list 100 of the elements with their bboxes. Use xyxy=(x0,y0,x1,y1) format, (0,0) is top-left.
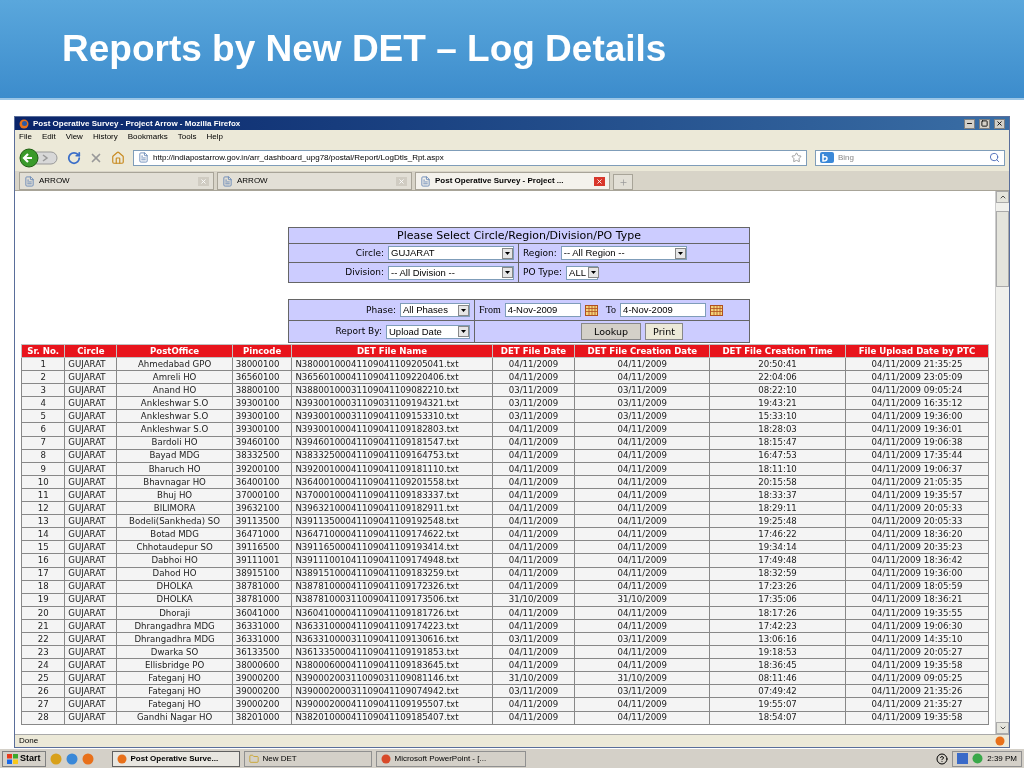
table-cell: N36133500041109041109191853.txt xyxy=(291,645,493,659)
table-cell: 04/11/2009 19:36:00 xyxy=(845,567,989,581)
select-field[interactable]: GUJARAT xyxy=(388,246,514,260)
browser-tab[interactable]: Post Operative Survey - Project ... xyxy=(415,172,610,190)
scroll-bar[interactable] xyxy=(995,191,1009,734)
menu-item[interactable]: Bookmarks xyxy=(127,133,168,141)
table-cell: N39200100041109041109181110.txt xyxy=(291,462,493,476)
taskbar-task[interactable]: New DET xyxy=(243,750,372,767)
table-cell: 36041000 xyxy=(232,606,292,620)
tray-icon[interactable] xyxy=(957,753,969,764)
table-cell: 04/11/2009 xyxy=(492,514,575,528)
table-cell: 04/11/2009 xyxy=(492,567,575,581)
table-cell: 04/11/2009 xyxy=(574,370,710,384)
close-button[interactable] xyxy=(994,118,1005,129)
table-cell: 20:50:41 xyxy=(709,357,846,371)
calendar-icon[interactable] xyxy=(584,304,598,316)
field-label: Division: xyxy=(345,268,384,277)
home-icon[interactable] xyxy=(111,150,125,165)
field-label: PO Type: xyxy=(523,268,563,277)
table-cell: GUJARAT xyxy=(64,514,117,528)
back-button-icon[interactable] xyxy=(19,147,59,168)
table-cell: 04/11/2009 21:35:25 xyxy=(845,357,989,371)
column-header: PostOffice xyxy=(116,344,233,358)
table-cell: Botad MDG xyxy=(116,527,233,541)
column-header: Sr. No. xyxy=(21,344,65,358)
table-cell: 36331000 xyxy=(232,632,292,646)
table-cell: GUJARAT xyxy=(64,422,117,437)
column-header: DET File Creation Time xyxy=(709,344,846,358)
select-value: -- All Division -- xyxy=(390,267,456,278)
table-cell: Fateganj HO xyxy=(116,697,233,712)
table-cell: 36560100 xyxy=(232,370,292,384)
table-cell: 04/11/2009 xyxy=(574,606,710,620)
table-cell: 04/11/2009 xyxy=(574,501,710,515)
select-field[interactable]: -- All Region -- xyxy=(560,246,687,260)
table-cell: 18:17:26 xyxy=(709,606,846,620)
search-icon[interactable] xyxy=(989,152,1000,163)
table-cell: Ankleshwar S.O xyxy=(116,422,233,437)
close-tab-button[interactable] xyxy=(594,176,605,186)
bookmark-star-icon[interactable] xyxy=(791,152,802,163)
table-cell: BILIMORA xyxy=(116,501,233,515)
menu-item[interactable]: Help xyxy=(206,133,223,141)
table-cell: 04/11/2009 xyxy=(574,658,710,672)
table-cell: N38781000041109041109172326.txt xyxy=(291,580,493,594)
table-cell: 04/11/2009 09:05:25 xyxy=(845,671,989,685)
browser-tab[interactable]: ARROW xyxy=(19,172,214,190)
select-field[interactable]: ALL xyxy=(566,265,599,280)
panel-title: Please Select Circle/Region/Division/PO Type xyxy=(397,230,641,241)
table-cell: 04/11/2009 16:35:12 xyxy=(845,396,989,410)
table-cell: N39000200041109041109195507.txt xyxy=(291,697,493,712)
select-field[interactable]: -- All Division -- xyxy=(388,265,514,280)
print-button[interactable]: Print xyxy=(645,323,683,340)
menu-item[interactable]: View xyxy=(65,133,83,141)
browser-tab[interactable]: ARROW xyxy=(217,172,412,190)
table-cell: 04/11/2009 xyxy=(574,449,710,463)
taskbar-task[interactable]: Post Operative Surve... xyxy=(111,750,240,767)
table-cell: 9 xyxy=(21,462,65,476)
menu-item[interactable]: Tools xyxy=(177,133,197,141)
date-field[interactable]: 4-Nov-2009 xyxy=(504,303,581,317)
minimize-button[interactable] xyxy=(964,118,975,129)
table-cell: 04/11/2009 20:05:33 xyxy=(845,501,989,515)
table-cell: N38332500041109041109164753.txt xyxy=(291,449,493,463)
address-field[interactable]: http://indiapostarrow.gov.in/arr_dashboard_upg78/postal/Report/LogDtls_Rpt.aspx xyxy=(133,149,807,166)
field-label: To xyxy=(605,305,617,315)
table-cell: 18:32:59 xyxy=(709,567,846,581)
lookup-button[interactable]: Lookup xyxy=(581,323,642,340)
table-cell: 36471000 xyxy=(232,527,292,541)
date-field[interactable]: 4-Nov-2009 xyxy=(620,303,707,317)
table-cell: 04/11/2009 xyxy=(574,697,710,712)
menu-item[interactable]: File xyxy=(19,133,32,141)
table-cell: 04/11/2009 xyxy=(492,645,575,659)
table-cell: 04/11/2009 19:35:58 xyxy=(845,711,989,725)
table-cell: 31/10/2009 xyxy=(492,671,575,685)
taskbar-task[interactable]: Microsoft PowerPoint - [... xyxy=(375,750,526,767)
table-cell: 04/11/2009 xyxy=(574,580,710,594)
table-cell: 03/11/2009 xyxy=(492,383,575,397)
table-cell: 19 xyxy=(21,593,65,607)
menu-item[interactable]: Edit xyxy=(41,133,56,141)
table-cell: N36331000041109041109174223.txt xyxy=(291,619,493,633)
table-cell: 04/11/2009 20:05:33 xyxy=(845,514,989,528)
select-field[interactable]: All Phases xyxy=(400,303,470,317)
quick-launch-icon[interactable] xyxy=(65,752,78,765)
maximize-button[interactable] xyxy=(979,118,990,129)
reload-icon[interactable] xyxy=(67,150,81,165)
table-cell: 07:49:42 xyxy=(709,684,846,698)
table-cell: 04/11/2009 21:05:35 xyxy=(845,475,989,489)
menu-item[interactable]: History xyxy=(92,133,118,141)
close-icon xyxy=(398,177,405,185)
search-field[interactable]: Bing xyxy=(815,149,1005,166)
select-field[interactable]: Upload Date xyxy=(386,324,470,339)
table-cell: 38000100 xyxy=(232,357,292,371)
help-icon[interactable] xyxy=(936,752,949,765)
calendar-icon[interactable] xyxy=(710,304,724,316)
table-cell: N38915100041109041109183259.txt xyxy=(291,567,493,581)
search-engine-icon xyxy=(820,152,834,163)
table-cell: 18:36:45 xyxy=(709,658,846,672)
table-cell: N37000100041109041109183337.txt xyxy=(291,488,493,502)
table-cell: 17:46:22 xyxy=(709,527,846,541)
start-button[interactable]: Start xyxy=(2,750,46,767)
table-cell: 03/11/2009 xyxy=(574,383,710,397)
table-cell: 04/11/2009 20:35:23 xyxy=(845,540,989,554)
